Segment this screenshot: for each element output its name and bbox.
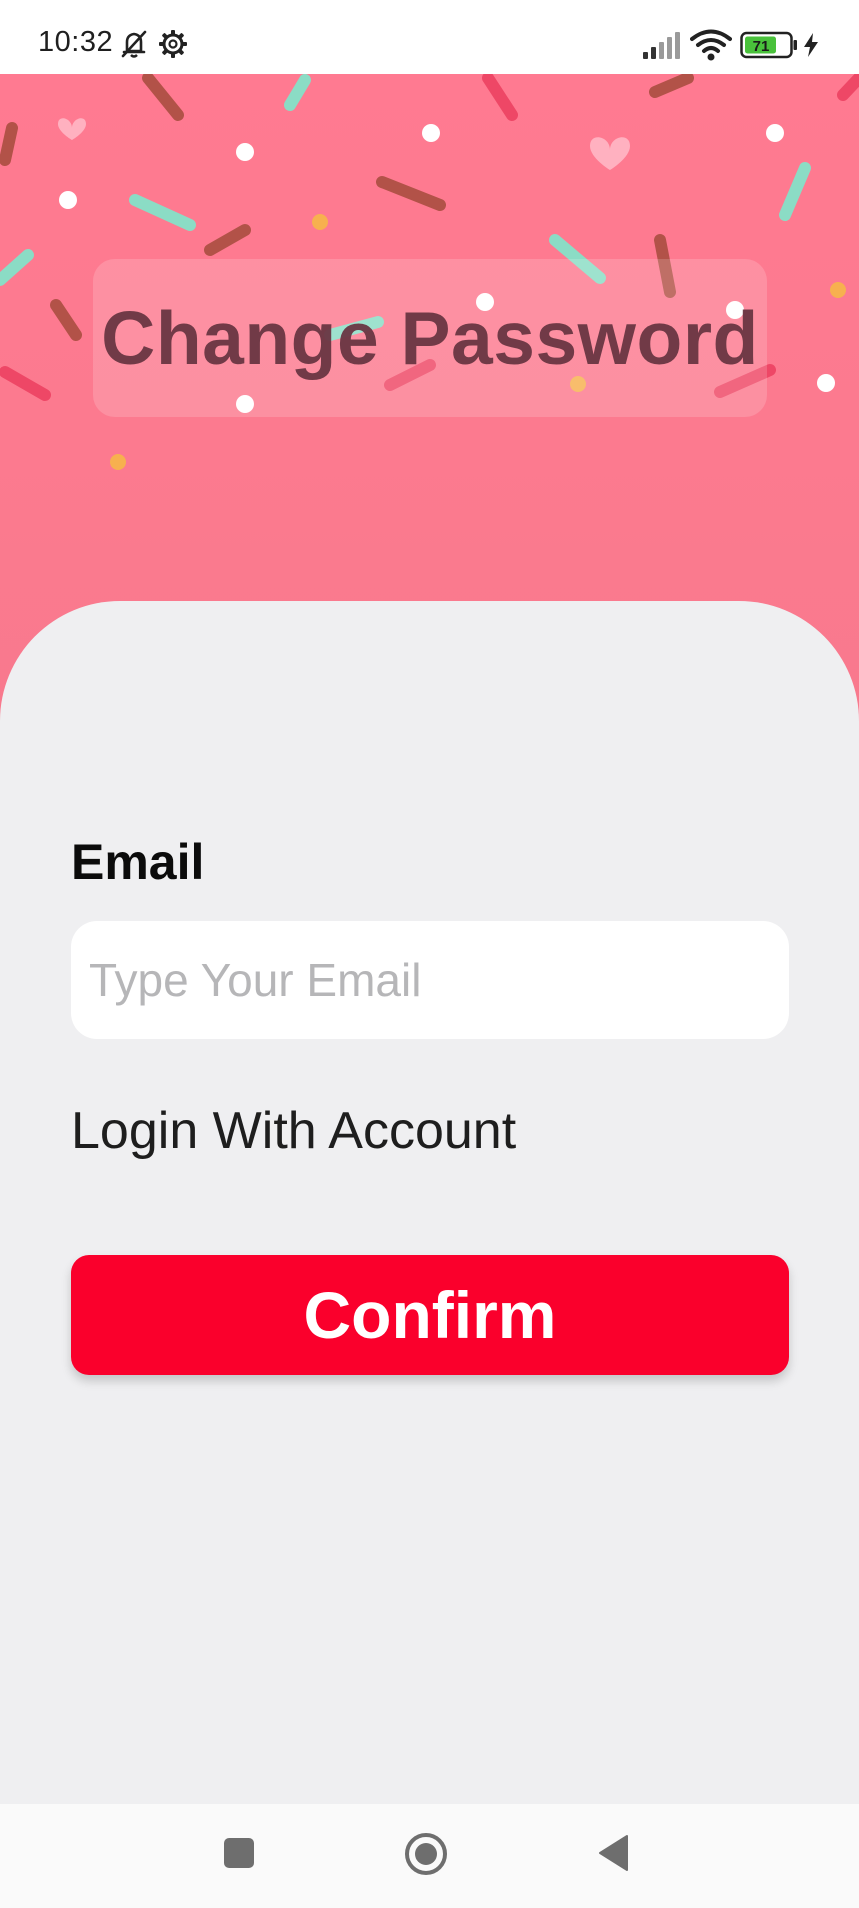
title-card: Change Password [93, 259, 767, 417]
email-label: Email [71, 834, 205, 890]
back-triangle-icon[interactable] [597, 1834, 631, 1872]
email-input[interactable] [71, 921, 789, 1039]
charging-icon [804, 33, 818, 57]
status-time: 10:32 [38, 26, 114, 58]
page-title: Change Password [101, 296, 759, 380]
svg-text:71: 71 [753, 38, 770, 55]
bell-off-icon [121, 30, 147, 58]
form-sheet: Email Login With Account Confirm [0, 601, 859, 1804]
login-with-account-link[interactable]: Login With Account [71, 1101, 516, 1161]
app-screen: 10:32 71 Change Password Email Type Your… [0, 0, 859, 1908]
signal-icon [643, 32, 680, 59]
status-bar: 10:32 71 [0, 0, 859, 74]
battery-icon: 71 [740, 31, 797, 59]
navigation-bar [0, 1804, 859, 1908]
recents-square-icon[interactable] [222, 1836, 256, 1870]
home-circle-icon[interactable] [404, 1832, 448, 1876]
confirm-button[interactable]: Confirm [71, 1255, 789, 1375]
wifi-icon [690, 29, 732, 61]
gear-icon [159, 30, 187, 58]
